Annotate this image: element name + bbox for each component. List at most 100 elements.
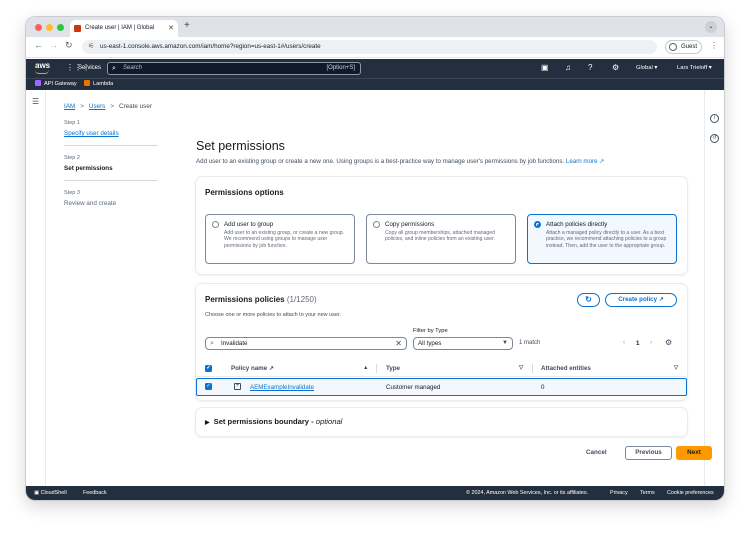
boundary-heading[interactable]: ▶ Set permissions boundary - optional bbox=[205, 417, 342, 426]
account-menu[interactable]: Lars Trieloff ▾ bbox=[677, 65, 712, 71]
option-title: Add user to group bbox=[224, 221, 274, 228]
option-add-to-group[interactable]: Add user to group Add user to an existin… bbox=[205, 214, 355, 264]
page-number[interactable]: 1 bbox=[636, 340, 639, 347]
table-settings-icon[interactable]: ⚙ bbox=[665, 338, 672, 347]
menu-hamburger-icon[interactable]: ☰ bbox=[32, 97, 39, 106]
reload-icon[interactable]: ↻ bbox=[65, 40, 73, 51]
caret-down-icon: ▼ bbox=[502, 340, 508, 346]
step-1: Step 1 Specify user details bbox=[64, 120, 158, 137]
option-copy-permissions[interactable]: Copy permissions Copy all group membersh… bbox=[366, 214, 516, 264]
step-3: Step 3 Review and create bbox=[64, 190, 158, 207]
info-icon[interactable]: i bbox=[710, 114, 719, 123]
permissions-policies-card: Permissions policies (1/1250) Choose one… bbox=[196, 284, 687, 400]
feedback-link[interactable]: Feedback bbox=[83, 486, 107, 500]
url-field[interactable]: ⚟ us-east-1.console.aws.amazon.com/iam/h… bbox=[82, 40, 657, 54]
search-icon: ⌕ bbox=[210, 340, 214, 347]
history-icon[interactable]: ↺ bbox=[710, 134, 719, 143]
help-icon[interactable]: ? bbox=[588, 63, 592, 72]
favorite-label: Lambda bbox=[93, 81, 114, 87]
filter-type-label: Filter by Type bbox=[413, 328, 448, 334]
next-button[interactable]: Next bbox=[676, 446, 712, 460]
option-attach-policies[interactable]: Attach policies directly Attach a manage… bbox=[527, 214, 677, 264]
cloudshell-icon: ▣ bbox=[34, 490, 40, 496]
tab-search-icon[interactable]: ⌄ bbox=[705, 21, 717, 33]
create-policy-label: Create policy bbox=[618, 296, 658, 303]
new-tab-icon[interactable]: + bbox=[184, 20, 190, 31]
breadcrumb-users[interactable]: Users bbox=[89, 103, 105, 110]
permissions-boundary-section[interactable]: ▶ Set permissions boundary - optional bbox=[196, 408, 687, 436]
policy-search-input[interactable]: ⌕ Invalidate ✕ bbox=[205, 337, 407, 350]
api-gateway-icon bbox=[35, 80, 41, 86]
cancel-button[interactable]: Cancel bbox=[586, 449, 607, 456]
policy-name-link[interactable]: AEMExampleInvalidate bbox=[250, 384, 314, 391]
cookie-preferences-link[interactable]: Cookie preferences bbox=[667, 486, 714, 500]
aws-logo[interactable]: aws bbox=[35, 61, 50, 74]
browser-tab[interactable]: Create user | IAM | Global ✕ bbox=[70, 20, 178, 37]
favorites-bar: API Gateway Lambda bbox=[26, 78, 724, 90]
radio-add-to-group[interactable] bbox=[212, 221, 219, 228]
row-checkbox[interactable]: ✓ bbox=[205, 383, 212, 390]
region-label: Global bbox=[636, 65, 653, 71]
console-search-input[interactable]: ⌕ Search [Option+S] bbox=[107, 62, 361, 75]
profile-button[interactable]: Guest bbox=[665, 40, 702, 54]
services-menu[interactable]: Services bbox=[78, 65, 101, 71]
search-shortcut: [Option+S] bbox=[326, 65, 355, 71]
policy-type: Customer managed bbox=[386, 384, 441, 391]
tab-title: Create user | IAM | Global bbox=[85, 25, 155, 31]
chevron-right-icon: > bbox=[80, 103, 84, 110]
filter-type-select[interactable]: All types ▼ bbox=[413, 337, 513, 350]
learn-more-link[interactable]: Learn more ↗ bbox=[566, 158, 604, 165]
radio-copy-permissions[interactable] bbox=[373, 221, 380, 228]
step-divider bbox=[64, 180, 158, 181]
previous-button[interactable]: Previous bbox=[625, 446, 672, 460]
column-attached-entities[interactable]: Attached entities bbox=[541, 365, 591, 372]
column-type[interactable]: Type bbox=[386, 365, 400, 372]
prev-page-icon[interactable]: ‹ bbox=[623, 339, 625, 346]
forward-icon[interactable]: → bbox=[49, 40, 58, 50]
site-info-icon[interactable]: ⚟ bbox=[88, 40, 94, 54]
cloudshell-icon[interactable]: ▣ bbox=[541, 63, 549, 72]
main-content: IAM > Users > Create user Step 1 Specify use… bbox=[47, 90, 712, 486]
settings-gear-icon[interactable]: ⚙ bbox=[612, 63, 619, 72]
external-link-icon: ↗ bbox=[268, 366, 274, 372]
next-page-icon[interactable]: › bbox=[650, 339, 652, 346]
select-all-checkbox[interactable]: ✓ bbox=[205, 365, 212, 372]
copyright-text: © 2024, Amazon Web Services, Inc. or its… bbox=[466, 490, 589, 496]
favorite-api-gateway[interactable]: API Gateway bbox=[35, 79, 77, 90]
cloudshell-footer-button[interactable]: ▣ CloudShell bbox=[34, 486, 67, 500]
description-text: Add user to an existing group or create … bbox=[196, 158, 565, 165]
option-description: Copy all group memberships, attached man… bbox=[385, 230, 495, 243]
maximize-window-dot[interactable] bbox=[57, 24, 64, 31]
close-window-dot[interactable] bbox=[35, 24, 42, 31]
column-divider bbox=[376, 364, 377, 373]
terms-link[interactable]: Terms bbox=[640, 486, 655, 500]
privacy-link[interactable]: Privacy bbox=[610, 486, 628, 500]
search-icon: ⌕ bbox=[112, 65, 116, 72]
minimize-window-dot[interactable] bbox=[46, 24, 53, 31]
lambda-icon bbox=[84, 80, 90, 86]
column-policy-name[interactable]: Policy name ↗ bbox=[231, 365, 274, 372]
page-title: Set permissions bbox=[196, 139, 285, 153]
back-icon[interactable]: ← bbox=[34, 40, 43, 50]
refresh-button[interactable]: ↻ bbox=[577, 293, 600, 307]
table-row[interactable]: ✓ + AEMExampleInvalidate Customer manage… bbox=[196, 378, 687, 396]
step-3-title: Review and create bbox=[64, 200, 117, 207]
browser-window: Create user | IAM | Global ✕ + ⌄ ← → ↻ ⚟… bbox=[26, 17, 724, 500]
step-1-link[interactable]: Specify user details bbox=[64, 130, 158, 137]
permissions-policies-heading: Permissions policies (1/1250) bbox=[205, 295, 317, 304]
close-tab-icon[interactable]: ✕ bbox=[168, 20, 174, 37]
breadcrumb-iam[interactable]: IAM bbox=[64, 103, 75, 110]
sort-icon[interactable]: ▽ bbox=[674, 365, 678, 371]
notifications-icon[interactable]: ♫ bbox=[565, 63, 571, 72]
radio-attach-policies[interactable] bbox=[534, 221, 541, 228]
services-grid-icon[interactable]: ⋮⋮⋮ bbox=[66, 64, 90, 72]
sort-icon[interactable]: ▽ bbox=[519, 365, 523, 371]
region-selector[interactable]: Global ▾ bbox=[636, 65, 657, 71]
sort-ascending-icon[interactable]: ▲ bbox=[363, 365, 368, 371]
favorite-lambda[interactable]: Lambda bbox=[84, 79, 113, 90]
create-policy-button[interactable]: Create policy ↗ bbox=[605, 293, 677, 307]
clear-search-icon[interactable]: ✕ bbox=[395, 338, 402, 349]
match-count: 1 match bbox=[519, 340, 541, 346]
browser-menu-icon[interactable]: ⋮ bbox=[710, 41, 718, 50]
expand-row-icon[interactable]: + bbox=[234, 383, 241, 390]
